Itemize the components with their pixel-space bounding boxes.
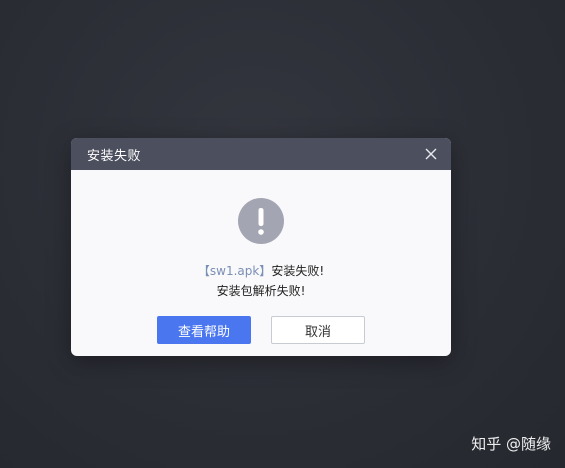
install-failed-text: 安装失败! xyxy=(271,264,325,278)
error-message-line1: 【sw1.apk】安装失败! xyxy=(71,262,451,279)
close-button[interactable] xyxy=(421,144,441,164)
dialog-title: 安装失败 xyxy=(87,148,142,164)
view-help-button[interactable]: 查看帮助 xyxy=(157,316,251,344)
watermark: 知乎 @随缘 xyxy=(471,435,551,453)
file-name: 【sw1.apk】 xyxy=(197,264,272,278)
dialog-titlebar: 安装失败 xyxy=(71,138,451,170)
install-failed-dialog: 安装失败 【sw1.apk】安装失败! 安装包解析失败! 查看帮助 取消 xyxy=(71,138,451,356)
close-icon xyxy=(425,148,437,160)
cancel-button[interactable]: 取消 xyxy=(271,316,365,344)
error-message-line2: 安装包解析失败! xyxy=(216,284,306,298)
dialog-body: 【sw1.apk】安装失败! 安装包解析失败! 查看帮助 取消 xyxy=(71,170,451,356)
exclamation-circle-icon xyxy=(238,198,284,244)
